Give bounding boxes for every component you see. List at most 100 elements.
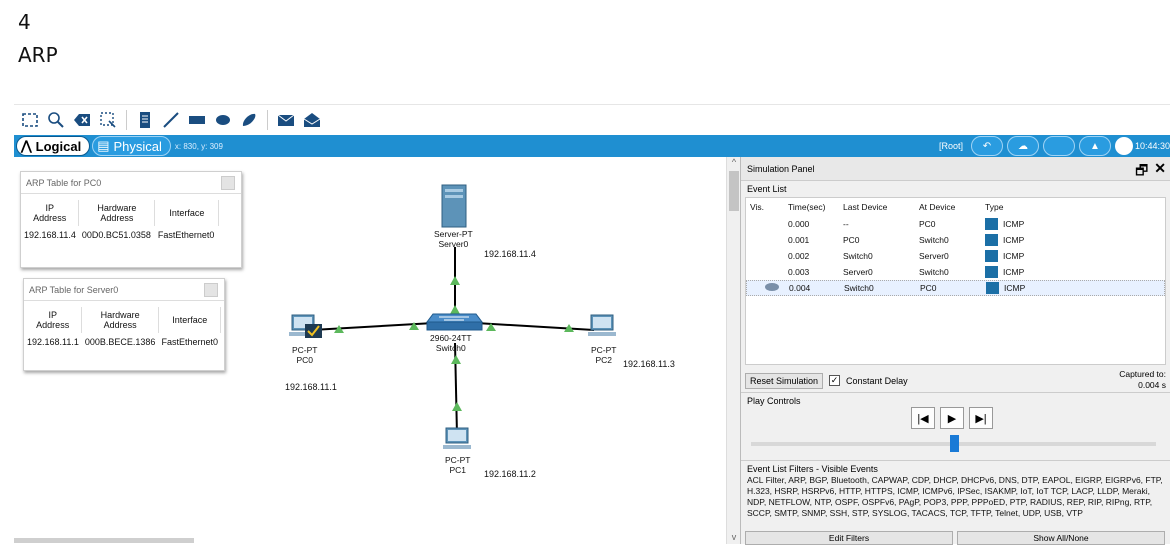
event-row[interactable]: 0.000 -- PC0 ICMP <box>746 216 1165 232</box>
arp-table-pc0-close-button[interactable] <box>221 176 235 190</box>
event-list[interactable]: Vis. Time(sec) Last Device At Device Typ… <box>745 197 1166 365</box>
eye-icon[interactable] <box>765 283 779 291</box>
step-forward-icon: ▶| <box>975 412 987 425</box>
event-last-device-cell: Switch0 <box>844 283 874 293</box>
event-row[interactable]: 0.002 Switch0 Server0 ICMP <box>746 248 1165 264</box>
rectangle-icon[interactable] <box>187 110 207 130</box>
server-model: Server-PT <box>434 229 473 239</box>
freeform-icon[interactable] <box>239 110 259 130</box>
set-background-button[interactable]: ▲ <box>1078 136 1111 156</box>
event-type-cell: ICMP <box>981 218 1061 230</box>
arp-table-pc0-title: ARP Table for PC0 <box>26 177 102 188</box>
simple-pdu-icon[interactable] <box>276 110 296 130</box>
workspace-vertical-scrollbar[interactable]: ^ v <box>726 157 740 544</box>
new-cluster-button[interactable]: ☁ <box>1006 136 1039 156</box>
cloud-icon: ☁ <box>1017 140 1028 152</box>
arp-mac-cell: 00D0.BC51.0358 <box>81 230 151 240</box>
pc1-name: PC1 <box>449 465 467 475</box>
event-type-color-swatch[interactable] <box>985 250 998 262</box>
back-arrow-icon: ↶ <box>982 140 992 152</box>
server-name: Server0 <box>438 239 469 249</box>
pc2-label: PC-PT PC2 <box>591 345 617 365</box>
tab-logical[interactable]: ⋀ Logical <box>16 136 91 156</box>
arp-table-pc0: IP Address Hardware Address Interface 19… <box>21 200 220 244</box>
scroll-down-icon[interactable]: v <box>727 532 741 544</box>
viewport-clock[interactable]: 10:44:30 <box>1114 137 1170 155</box>
restore-icon[interactable]: 🗗 <box>1135 160 1148 184</box>
workspace-tabbar: ⋀ Logical ▤ Physical x: 830, y: 309 [Roo… <box>14 135 1170 157</box>
event-type-color-swatch[interactable] <box>985 234 998 246</box>
scroll-up-icon[interactable]: ^ <box>727 157 741 169</box>
link-status-arrow <box>450 305 460 314</box>
event-filters-label: Event List Filters - Visible Events <box>747 464 878 474</box>
packet-tracer-window: ⋀ Logical ▤ Physical x: 830, y: 309 [Roo… <box>14 104 1170 545</box>
line-icon[interactable] <box>161 110 181 130</box>
arp-table-header-row: IP Address Hardware Address Interface <box>21 200 220 226</box>
arp-ip-cell: 192.168.11.4 <box>24 230 76 240</box>
link-status-arrow <box>450 276 460 285</box>
link-status-arrow <box>451 355 461 364</box>
landscape-icon: ▲ <box>1090 140 1100 152</box>
toolbar-divider <box>126 110 127 130</box>
inspect-icon[interactable] <box>46 110 66 130</box>
arp-table-row: 192.168.11.1 000B.BECE.1386 FastEthernet… <box>24 333 221 351</box>
event-row[interactable]: 0.004 Switch0 PC0 ICMP <box>746 280 1165 296</box>
back-button[interactable]: ↶ <box>970 136 1003 156</box>
ellipse-icon[interactable] <box>213 110 233 130</box>
note-icon[interactable] <box>135 110 155 130</box>
col-last-device[interactable]: Last Device <box>839 202 915 212</box>
event-at-device-cell: Switch0 <box>919 235 949 245</box>
move-object-button[interactable] <box>1042 136 1075 156</box>
server-label: Server-PT Server0 <box>434 229 473 249</box>
col-hardware-address: Hardware Address <box>78 200 156 226</box>
captured-to-label: Captured to: <box>1119 369 1166 379</box>
select-icon[interactable] <box>20 110 40 130</box>
pc1-ip-label: 192.168.11.2 <box>484 469 536 479</box>
constant-delay-checkbox[interactable]: ✓ <box>829 375 841 386</box>
viewport-icon <box>1114 137 1133 155</box>
back-step-button[interactable]: |◀ <box>911 407 935 429</box>
arp-table-pc0-window[interactable]: ARP Table for PC0 IP Address Hardware Ad… <box>20 171 242 268</box>
arp-table-server0-close-button[interactable] <box>204 283 218 297</box>
event-type-label: ICMP <box>1003 251 1025 261</box>
scrollbar-thumb[interactable] <box>729 171 739 211</box>
simulation-controls-row: Reset Simulation ✓ Constant Delay Captur… <box>741 369 1170 393</box>
arp-table-server0-window[interactable]: ARP Table for Server0 IP Address Hardwar… <box>23 278 225 371</box>
workspace-horizontal-scrollbar[interactable] <box>14 538 194 543</box>
arp-interface-cell: FastEthernet0 <box>161 337 218 347</box>
col-type[interactable]: Type <box>981 202 1061 212</box>
resize-icon[interactable] <box>98 110 118 130</box>
pc2-ip-label: 192.168.11.3 <box>623 359 675 369</box>
event-type-label: ICMP <box>1004 283 1026 293</box>
arp-table-pc0-title-bar[interactable]: ARP Table for PC0 <box>21 172 241 194</box>
pc2-name: PC2 <box>595 355 613 365</box>
event-type-color-swatch[interactable] <box>986 282 999 294</box>
col-time[interactable]: Time(sec) <box>784 202 839 212</box>
delete-icon[interactable] <box>72 110 92 130</box>
arp-table-server0-title-bar[interactable]: ARP Table for Server0 <box>24 279 224 301</box>
server-device-icon <box>441 184 467 228</box>
logical-workspace[interactable]: Server-PT Server0 192.168.11.4 2960-24TT… <box>14 157 726 544</box>
event-row[interactable]: 0.001 PC0 Switch0 ICMP <box>746 232 1165 248</box>
event-time-cell: 0.002 <box>788 251 810 261</box>
root-breadcrumb[interactable]: [Root] <box>939 141 963 151</box>
document-section-title: ARP <box>18 43 58 67</box>
tab-physical[interactable]: ▤ Physical <box>92 136 171 156</box>
play-speed-slider[interactable] <box>950 435 959 452</box>
col-vis[interactable]: Vis. <box>746 202 784 212</box>
reset-simulation-button[interactable]: Reset Simulation <box>745 372 824 389</box>
event-row[interactable]: 0.003 Server0 Switch0 ICMP <box>746 264 1165 280</box>
event-type-label: ICMP <box>1003 235 1025 245</box>
event-last-device-cell: Switch0 <box>843 251 873 261</box>
forward-step-button[interactable]: ▶| <box>969 407 993 429</box>
event-type-color-swatch[interactable] <box>985 266 998 278</box>
play-button[interactable]: ▶ <box>940 407 964 429</box>
event-list-label: Event List <box>747 184 787 194</box>
event-type-color-swatch[interactable] <box>985 218 998 230</box>
logical-icon: ⋀ <box>21 138 32 153</box>
pc2-device-icon <box>588 314 616 336</box>
col-ip-address: IP Address <box>24 307 83 333</box>
col-at-device[interactable]: At Device <box>915 202 981 212</box>
close-icon[interactable]: ✕ <box>1154 160 1166 184</box>
complex-pdu-icon[interactable] <box>302 110 322 130</box>
